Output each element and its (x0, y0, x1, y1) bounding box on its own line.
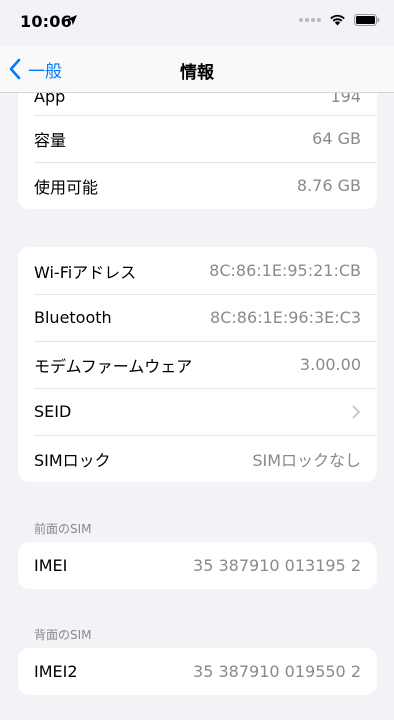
row-value: 3.00.00 (299, 355, 361, 374)
signal-dots-icon (299, 18, 321, 22)
row-label: モデムファームウェア (34, 356, 193, 376)
front-sim-group: IMEI 35 387910 013195 2 (18, 542, 377, 589)
location-arrow-icon (67, 15, 77, 25)
network-group: Wi-Fiアドレス 8C:86:1E:95:21:CB Bluetooth 8C… (18, 247, 377, 482)
row-label: IMEI2 (34, 662, 78, 681)
sim-lock-row: SIMロック SIMロックなし (18, 435, 377, 482)
screen: 10:06 一般 情報 App 194 容量 64 GB 使用可能 8.76 G… (0, 0, 394, 720)
row-value: SIMロックなし (252, 450, 361, 470)
row-label: App (34, 93, 66, 106)
status-icons (299, 14, 380, 26)
row-label: Bluetooth (34, 308, 112, 327)
status-bar: 10:06 (0, 0, 394, 46)
row-value: 8.76 GB (296, 176, 361, 195)
bluetooth-row: Bluetooth 8C:86:1E:96:3E:C3 (18, 294, 377, 341)
seid-row[interactable]: SEID (18, 388, 377, 435)
imei-row: IMEI 35 387910 013195 2 (18, 542, 377, 589)
status-time: 10:06 (20, 12, 72, 31)
page-title: 情報 (180, 63, 214, 83)
row-label: 容量 (34, 130, 67, 150)
back-sim-header: 背面のSIM (34, 628, 92, 642)
row-label: IMEI (34, 556, 68, 575)
wifi-address-row: Wi-Fiアドレス 8C:86:1E:95:21:CB (18, 247, 377, 294)
chevron-right-icon (352, 405, 360, 418)
row-value: 8C:86:1E:95:21:CB (209, 261, 361, 280)
wifi-icon (330, 14, 345, 26)
row-label: Wi-Fiアドレス (34, 262, 137, 282)
row-label: SIMロック (34, 450, 111, 470)
capacity-row: 容量 64 GB (18, 115, 377, 162)
row-value: 35 387910 013195 2 (193, 556, 361, 575)
app-count-row: App 194 (18, 93, 377, 115)
row-label: SEID (34, 402, 72, 421)
battery-icon (354, 14, 380, 26)
row-value: 194 (330, 93, 361, 106)
row-value: 64 GB (312, 129, 361, 148)
navigation-bar: 一般 情報 (0, 46, 394, 93)
row-label: 使用可能 (34, 177, 99, 197)
imei2-row: IMEI2 35 387910 019550 2 (18, 648, 377, 695)
capacity-group: App 194 容量 64 GB 使用可能 8.76 GB (18, 93, 377, 209)
row-value: 35 387910 019550 2 (193, 662, 361, 681)
back-sim-group: IMEI2 35 387910 019550 2 (18, 648, 377, 695)
modem-firmware-row: モデムファームウェア 3.00.00 (18, 341, 377, 388)
front-sim-header: 前面のSIM (34, 522, 92, 536)
content-scroll[interactable]: App 194 容量 64 GB 使用可能 8.76 GB Wi-Fiアドレス … (0, 93, 394, 720)
available-row: 使用可能 8.76 GB (18, 162, 377, 209)
row-value: 8C:86:1E:96:3E:C3 (210, 308, 361, 327)
